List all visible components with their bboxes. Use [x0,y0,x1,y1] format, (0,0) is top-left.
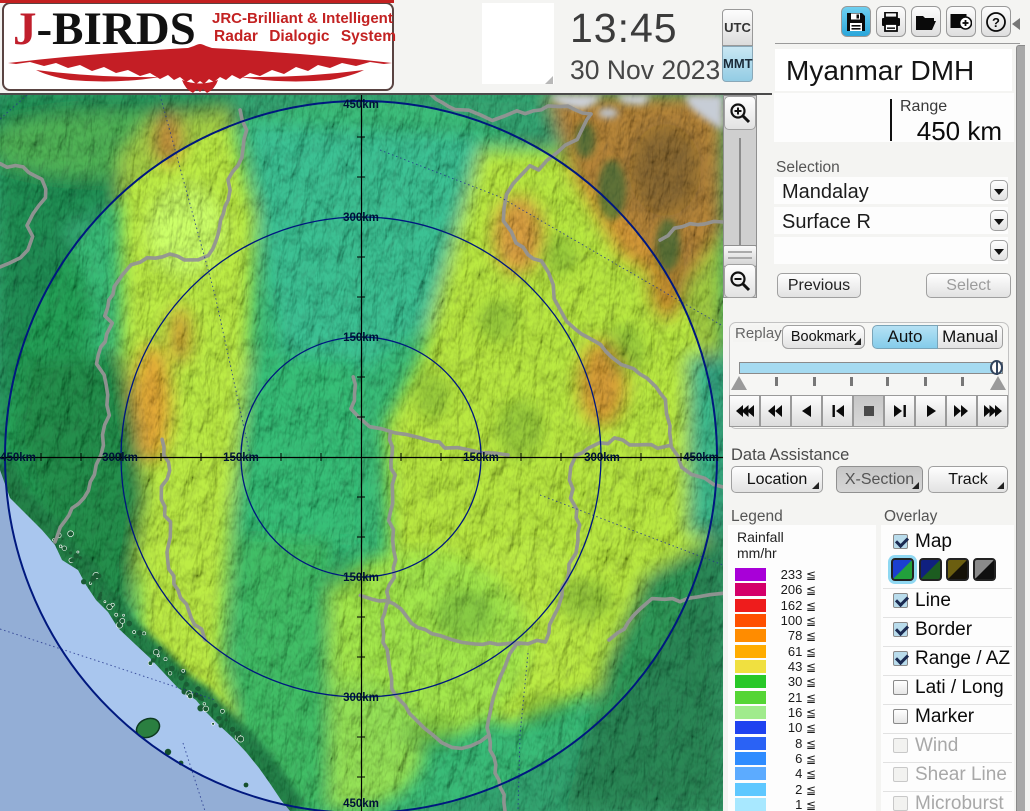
svg-text:450km: 450km [683,452,719,464]
svg-text:450km: 450km [343,99,379,111]
svg-text:150km: 150km [343,572,379,584]
svg-text:300km: 300km [343,212,379,224]
svg-text:150km: 150km [343,332,379,344]
svg-text:?: ? [992,15,1000,30]
svg-text:450km: 450km [343,798,379,810]
svg-text:300km: 300km [584,452,620,464]
svg-text:300km: 300km [343,692,379,704]
svg-text:150km: 150km [223,452,259,464]
svg-text:300km: 300km [102,452,138,464]
svg-text:450km: 450km [0,452,36,464]
svg-text:150km: 150km [463,452,499,464]
